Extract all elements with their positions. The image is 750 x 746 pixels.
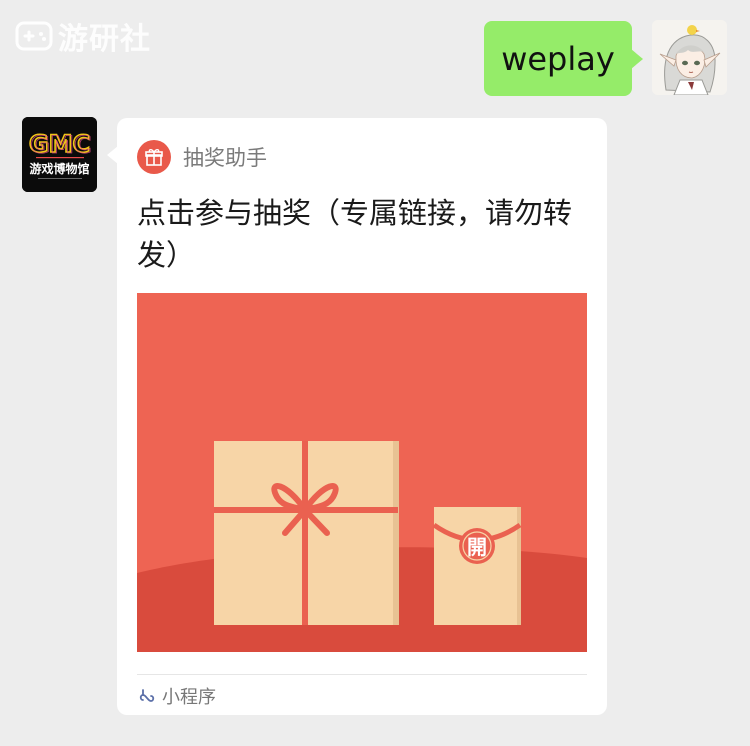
svg-text:開: 開 <box>467 535 487 559</box>
card-title: 点击参与抽奖（专属链接，请勿转发） <box>137 196 573 272</box>
svg-text:游戏博物馆: 游戏博物馆 <box>29 161 89 176</box>
card-header: 抽奖助手 <box>137 140 267 174</box>
svg-text:GMC: GMC <box>30 131 91 159</box>
watermark-text: 游研社 <box>58 22 151 57</box>
mini-program-icon <box>139 689 155 702</box>
app-name: 抽奖助手 <box>183 146 267 170</box>
watermark: 游研社 <box>14 14 151 58</box>
gmc-museum-logo-icon: GMC GMC 游戏博物馆 <box>22 117 97 192</box>
mini-program-card[interactable]: 抽奖助手 点击参与抽奖（专属链接，请勿转发） 開 小程序 <box>107 118 607 715</box>
self-avatar[interactable] <box>652 20 727 95</box>
chat-screen: 游研社 weplay GMC GMC 游戏博物馆 抽奖助手 点击参与抽奖（专属链… <box>0 0 750 746</box>
outgoing-message-text: weplay <box>501 39 615 78</box>
card-divider <box>137 674 587 675</box>
gift-icon <box>137 140 171 174</box>
mini-program-label: 小程序 <box>162 687 216 708</box>
card-footer: 小程序 <box>137 683 216 709</box>
outgoing-message-bubble[interactable]: weplay <box>484 21 643 96</box>
lottery-banner-image[interactable]: 開 <box>137 293 587 652</box>
anime-character-avatar-icon <box>652 20 727 95</box>
gift-boxes-illustration: 開 <box>137 293 587 652</box>
gmc-avatar[interactable]: GMC GMC 游戏博物馆 <box>22 117 97 192</box>
gamepad-logo-icon <box>15 21 53 51</box>
